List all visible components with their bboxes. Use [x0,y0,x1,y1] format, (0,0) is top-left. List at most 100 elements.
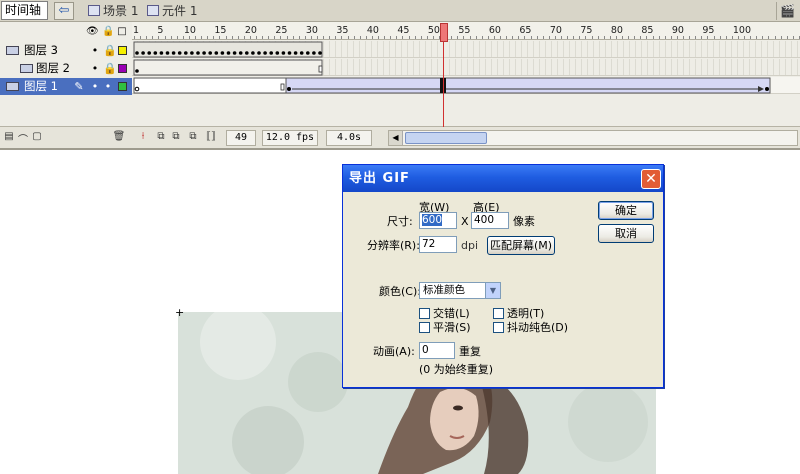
keyframe-dot [306,51,310,55]
layer-lock-dot[interactable]: • [103,78,113,95]
keyframe-dot [159,51,164,55]
eye-icon[interactable]: 👁 [86,26,99,37]
layer-lock-icon[interactable]: 🔒 [103,60,117,77]
ok-button[interactable]: 确定 [598,201,654,220]
onion-outline-icon[interactable]: ⧉ [170,131,182,145]
layer-row-3[interactable]: 图层 3 • 🔒 [0,42,132,59]
edit-scene-icon[interactable]: 🎬 [776,2,798,20]
ruler-tick [536,36,538,39]
frames-layer-1[interactable] [132,77,800,94]
add-folder-icon[interactable]: ▢ [30,131,44,145]
smooth-label[interactable]: 平滑(S) [433,321,471,334]
scroll-left-arrow-icon[interactable]: ◀ [389,131,403,145]
keyframe-dot [208,51,212,55]
animation-input[interactable]: 0 [419,342,455,359]
interlace-label[interactable]: 交错(L) [433,307,470,320]
height-input[interactable]: 400 [471,212,509,229]
ruler-label: 55 [458,25,471,36]
ruler-tick [408,36,410,39]
onion-skin-icon[interactable]: ⧉ [155,131,167,145]
layer-row-1[interactable]: 图层 1 ✎ • • [0,78,132,95]
layer-row-2[interactable]: 图层 2 • 🔒 [0,60,132,77]
ruler-tick [451,36,453,39]
dialog-title-bar[interactable]: 导出 GIF [343,165,663,192]
layer-icon [20,64,33,73]
ruler-tick [268,36,270,39]
ruler-tick [634,36,636,39]
add-guide-layer-icon[interactable]: ⌒ [16,131,30,146]
lock-icon[interactable]: 🔒 [102,26,114,37]
layer-visibility-dot[interactable]: • [90,78,100,95]
resolution-input[interactable]: 72 [419,236,457,253]
frame-ruler[interactable]: 1 5 10 15 20 25 30 35 40 45 50 55 60 65 70 75 80 85 90 95 10… [132,22,800,40]
ruler-tick [683,36,684,39]
ruler-tick [652,36,654,39]
symbol-breadcrumb[interactable]: 元件 1 [147,3,197,19]
cancel-button[interactable]: 取消 [598,224,654,243]
ruler-tick [335,36,337,39]
elapsed-time: 4.0s [326,130,372,146]
layer-visibility-dot[interactable]: • [90,60,100,77]
dither-checkbox[interactable] [493,322,504,333]
ruler-tick [378,36,379,39]
pencil-icon: ✎ [74,80,84,93]
ruler-tick [750,36,752,39]
scroll-thumb[interactable] [405,132,487,144]
layer-lock-icon[interactable]: 🔒 [103,42,117,59]
close-icon[interactable]: ✕ [641,169,661,189]
trash-icon[interactable]: 🗑 [112,131,126,145]
back-arrow-icon[interactable]: ⇦ [54,2,74,20]
dpi-unit: dpi [461,239,479,252]
timeline-horizontal-scrollbar[interactable]: ◀ [388,130,798,146]
ruler-tick [762,36,764,39]
ruler-label: 80 [610,25,623,36]
frames-layer-2[interactable] [132,59,800,76]
ruler-tick [658,36,660,39]
repeat-hint: (0 为始终重复) [419,363,494,376]
frame-rate[interactable]: 12.0 fps [262,130,318,146]
add-layer-icon[interactable]: ▤ [2,131,16,145]
ruler-label: 50 [427,25,440,36]
layer-outline-color[interactable] [118,82,127,91]
dither-label[interactable]: 抖动纯色(D) [507,321,568,334]
keyframe-dot [275,51,280,55]
ruler-tick [249,36,251,39]
timeline-toggle-button[interactable]: 时间轴 [1,1,48,20]
ruler-tick [524,36,526,39]
interlace-checkbox[interactable] [419,308,430,319]
ruler-tick [695,36,697,39]
width-input[interactable]: 600 [419,212,457,229]
ruler-tick [256,36,257,39]
transparent-checkbox[interactable] [493,308,504,319]
smooth-checkbox[interactable] [419,322,430,333]
match-screen-button[interactable]: 匹配屏幕(M) [487,236,555,255]
colors-select[interactable]: 标准颜色 ▼ [419,282,501,299]
keyframe-dot [299,51,304,55]
ruler-tick [219,36,221,39]
ruler-label: 35 [336,25,349,36]
playhead[interactable] [440,23,448,42]
keyframe-dot [184,51,188,55]
ruler-tick [237,36,239,39]
scene-icon [88,5,100,16]
ruler-tick [609,36,611,39]
layer-visibility-dot[interactable]: • [90,42,100,59]
layer-outline-color[interactable] [118,64,127,73]
layer-2-frames [133,59,323,76]
keyframe-dot [171,51,176,55]
ruler-tick [274,36,276,39]
modify-onion-markers-icon[interactable]: ⟦⟧ [205,131,217,145]
ruler-tick [701,36,703,39]
scene-breadcrumb[interactable]: 场景 1 [88,3,138,19]
ruler-tick [664,36,666,39]
frames-layer-3[interactable] [132,41,800,58]
transparent-label[interactable]: 透明(T) [507,307,544,320]
chevron-down-icon[interactable]: ▼ [485,283,500,298]
center-frame-icon[interactable]: ⍿ [137,131,149,145]
edit-multiple-frames-icon[interactable]: ⧉ [187,131,199,145]
outline-icon[interactable]: □ [116,26,128,37]
ruler-tick [530,36,532,39]
registration-crosshair-icon: + [175,306,185,319]
ruler-tick [713,36,715,39]
layer-outline-color[interactable] [118,46,127,55]
